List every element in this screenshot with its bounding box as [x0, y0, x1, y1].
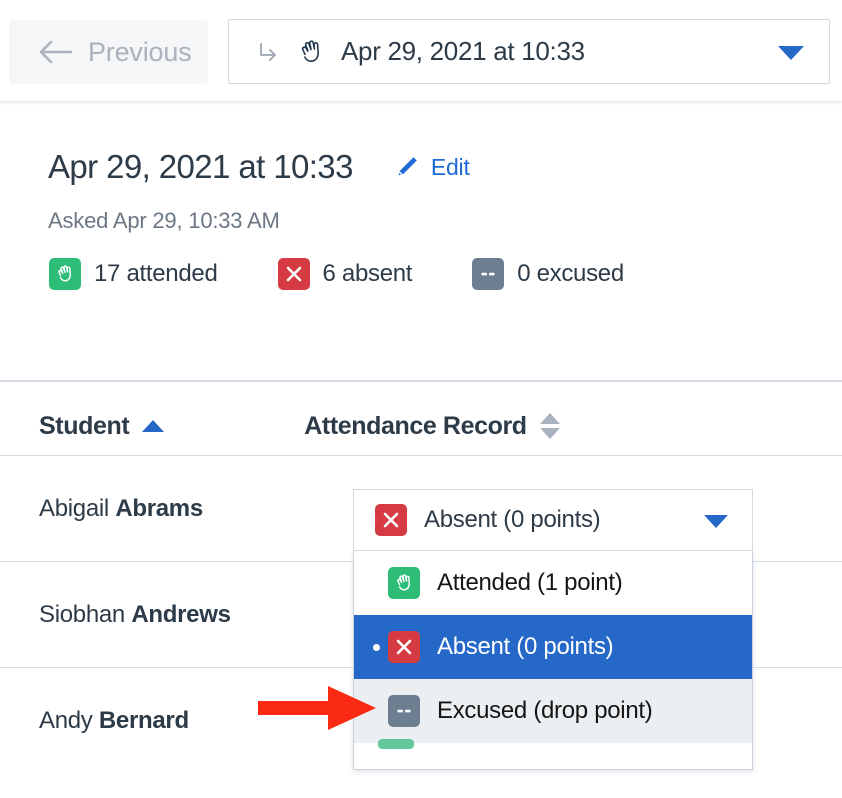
- edit-label: Edit: [430, 153, 470, 180]
- column-header-student[interactable]: Student: [39, 411, 165, 441]
- attendance-select-control[interactable]: Absent (0 points): [353, 489, 753, 551]
- table-header: Student Attendance Record: [0, 398, 842, 454]
- pencil-icon: [398, 157, 417, 176]
- sort-ascending-icon[interactable]: [142, 420, 165, 432]
- raised-hand-icon: [49, 258, 81, 290]
- stat-attended: 17 attended: [49, 258, 218, 290]
- previous-button-label: Previous: [88, 36, 192, 67]
- student-last-name: Andrews: [131, 600, 231, 628]
- option-attended-label: Attended (1 point): [437, 569, 623, 596]
- menu-tail: [354, 739, 752, 769]
- asked-timestamp: Asked Apr 29, 10:33 AM: [48, 208, 280, 233]
- selected-bullet-icon: [373, 644, 380, 651]
- student-name: Andy Bernard: [39, 707, 189, 735]
- dash-icon: [472, 258, 505, 290]
- attended-badge-peek-icon: [378, 739, 414, 749]
- dash-icon: [388, 695, 420, 727]
- student-last-name: Bernard: [98, 706, 189, 734]
- column-header-attendance-record-label: Attendance Record: [304, 411, 527, 440]
- previous-button[interactable]: Previous: [9, 20, 208, 84]
- session-detail: Apr 29, 2021 at 10:33 Edit Asked Apr 29,…: [0, 101, 842, 290]
- attendance-select-value: Absent (0 points): [424, 506, 601, 533]
- option-absent-label: Absent (0 points): [437, 633, 614, 660]
- arrow-left-icon: [39, 40, 72, 64]
- top-toolbar: Previous Apr 29, 2021 at 10:33: [0, 0, 842, 101]
- x-icon: [277, 258, 310, 290]
- column-header-attendance-record[interactable]: Attendance Record: [304, 411, 560, 441]
- title-row: Apr 29, 2021 at 10:33 Edit: [0, 101, 842, 186]
- student-first-name: Andy: [39, 706, 93, 734]
- student-first-name: Siobhan: [39, 600, 125, 628]
- x-icon: [388, 631, 420, 663]
- student-name: Siobhan Andrews: [39, 601, 231, 629]
- stat-absent: 6 absent: [277, 258, 413, 290]
- student-first-name: Abigail: [39, 494, 109, 522]
- option-attended[interactable]: Attended (1 point): [354, 551, 752, 615]
- attendance-summary: 17 attended 6 absent 0 excused: [0, 258, 842, 290]
- raised-hand-icon: [388, 567, 420, 599]
- session-select[interactable]: Apr 29, 2021 at 10:33: [228, 19, 830, 84]
- section-divider: [0, 380, 842, 382]
- column-header-student-label: Student: [39, 411, 130, 440]
- option-excused[interactable]: Excused (drop point): [354, 679, 752, 743]
- student-last-name: Abrams: [115, 494, 203, 522]
- x-icon: [375, 504, 407, 536]
- attendance-record-select[interactable]: Absent (0 points) Attended (1 point) Abs…: [353, 489, 753, 770]
- option-excused-label: Excused (drop point): [437, 697, 653, 724]
- chevron-down-icon[interactable]: [704, 515, 728, 528]
- student-name: Abigail Abrams: [39, 495, 203, 523]
- attendance-select-menu: Attended (1 point) Absent (0 points) Exc…: [353, 551, 753, 770]
- stat-attended-label: 17 attended: [94, 260, 218, 287]
- page-title: Apr 29, 2021 at 10:33: [48, 148, 353, 185]
- option-absent[interactable]: Absent (0 points): [354, 615, 752, 679]
- edit-button[interactable]: Edit: [394, 154, 470, 181]
- stat-absent-label: 6 absent: [322, 260, 413, 287]
- session-select-value: Apr 29, 2021 at 10:33: [341, 36, 585, 66]
- sort-up-icon: [539, 413, 560, 424]
- enter-arrow-icon: [260, 42, 276, 61]
- sort-down-icon: [539, 428, 560, 439]
- raised-hand-icon: [301, 39, 319, 62]
- chevron-down-icon[interactable]: [778, 46, 804, 60]
- stat-excused: 0 excused: [472, 258, 624, 290]
- sort-both-icon[interactable]: [539, 413, 560, 439]
- stat-excused-label: 0 excused: [517, 260, 624, 287]
